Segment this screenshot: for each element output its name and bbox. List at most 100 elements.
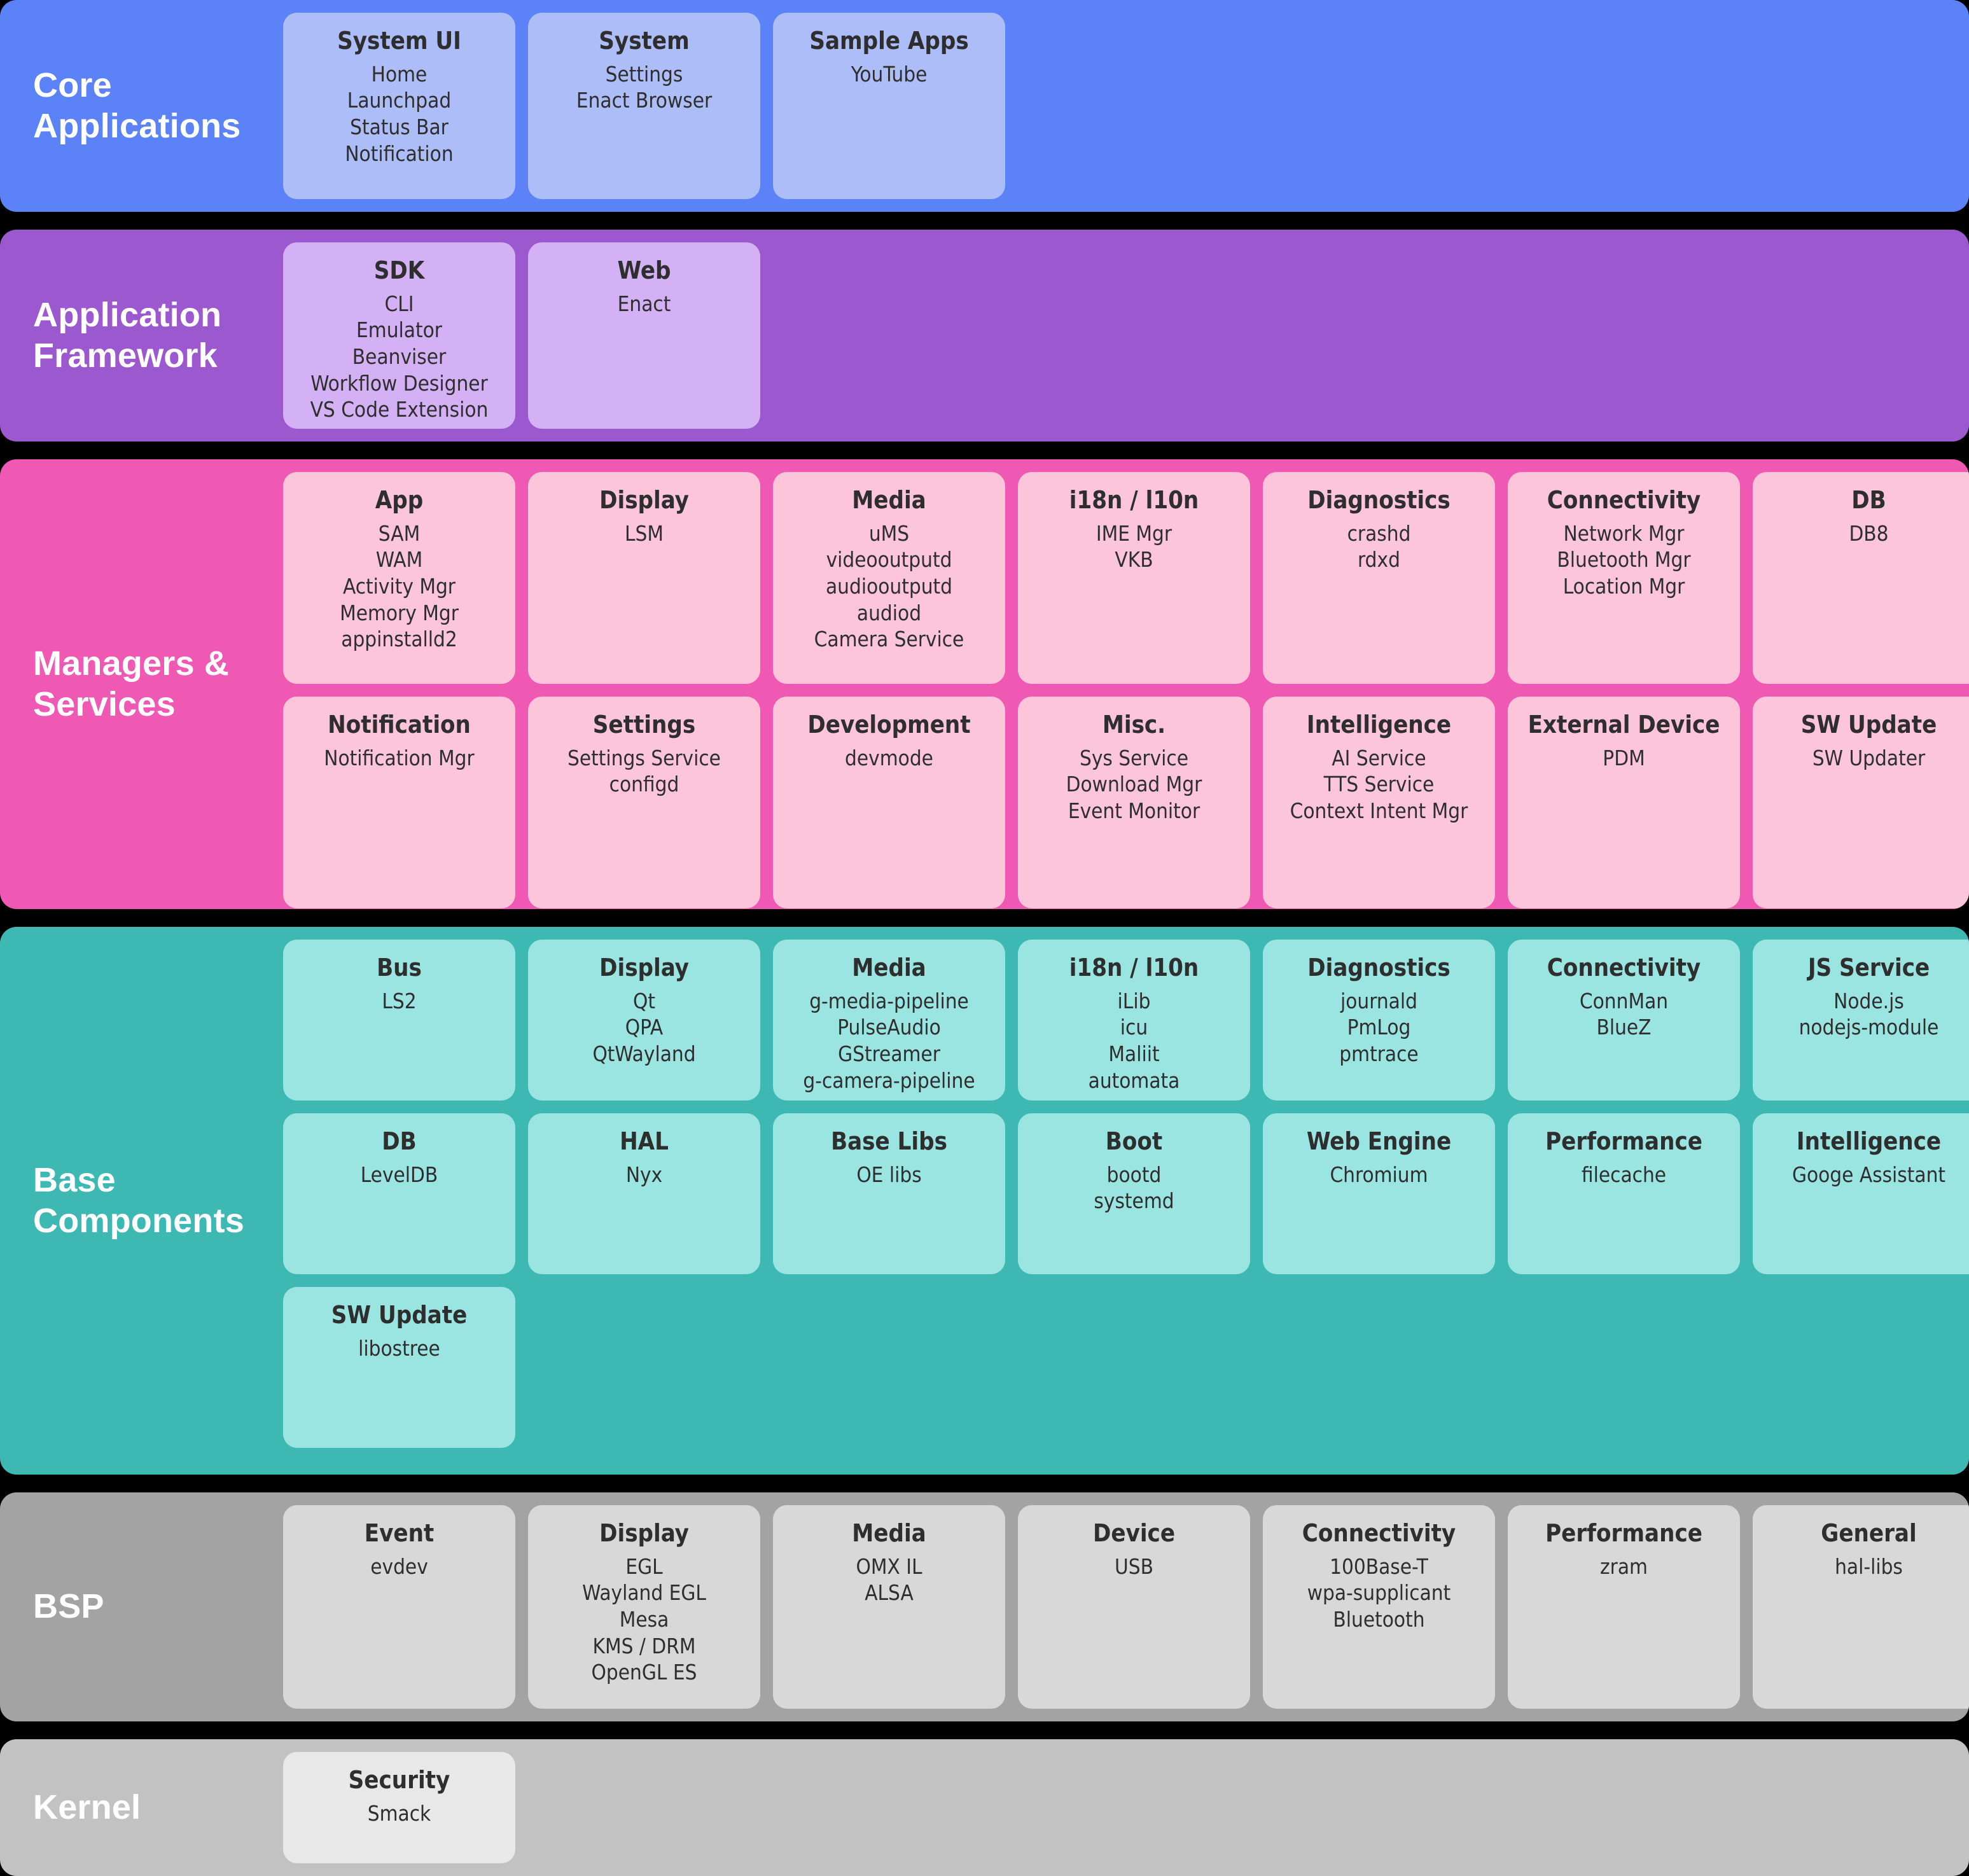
card-title: System UI bbox=[337, 27, 461, 55]
component-card[interactable]: Media g-media-pipeline PulseAudio GStreamer… bbox=[773, 940, 1005, 1101]
card-item-list: bootd systemd bbox=[1094, 1162, 1174, 1214]
component-card[interactable]: Connectivity 100Base-T wpa-supplicant Bluet… bbox=[1263, 1505, 1495, 1709]
layer-body-managers-and-services: App SAM WAM Activity Mgr Memory Mgr appinstal… bbox=[283, 459, 1969, 909]
card-item: Chromium bbox=[1330, 1162, 1428, 1187]
component-card[interactable]: HAL Nyx bbox=[528, 1113, 760, 1274]
component-card[interactable]: Media OMX IL ALSA bbox=[773, 1505, 1005, 1709]
card-item: ConnMan bbox=[1579, 988, 1669, 1013]
component-card[interactable]: Performance zram bbox=[1508, 1505, 1740, 1709]
card-title: Notification bbox=[328, 711, 471, 739]
component-card[interactable]: Diagnostics journald PmLog pmtrace bbox=[1263, 940, 1495, 1101]
card-title: Connectivity bbox=[1302, 1519, 1456, 1547]
card-title: Diagnostics bbox=[1307, 486, 1451, 514]
card-item-list: EGL Wayland EGL Mesa KMS / DRM OpenGL ES bbox=[582, 1553, 706, 1686]
card-item: appinstalld2 bbox=[341, 627, 457, 652]
card-item-list: SAM WAM Activity Mgr Memory Mgr appinstalld2 bbox=[340, 520, 459, 653]
component-card[interactable]: Connectivity Network Mgr Bluetooth Mgr Loca… bbox=[1508, 472, 1740, 684]
card-item: Node.js bbox=[1833, 988, 1904, 1013]
card-item-list: IME Mgr VKB bbox=[1096, 520, 1172, 573]
card-item: Status Bar bbox=[350, 114, 449, 139]
card-item: Home bbox=[371, 61, 428, 87]
card-item: icu bbox=[1120, 1015, 1148, 1040]
component-card[interactable]: Display EGL Wayland EGL Mesa KMS / DRM OpenGL… bbox=[528, 1505, 760, 1709]
component-card[interactable]: Web Enact bbox=[528, 242, 760, 429]
card-item: USB bbox=[1115, 1553, 1153, 1579]
component-card[interactable]: Settings Settings Service configd bbox=[528, 697, 760, 908]
card-row: App SAM WAM Activity Mgr Memory Mgr appinstal… bbox=[283, 472, 1969, 684]
component-card[interactable]: Intelligence Googe Assistant bbox=[1753, 1113, 1969, 1274]
component-card[interactable]: Base Libs OE libs bbox=[773, 1113, 1005, 1274]
component-card[interactable]: Notification Notification Mgr bbox=[283, 697, 515, 908]
component-card[interactable]: JS Service Node.js nodejs-module bbox=[1753, 940, 1969, 1101]
architecture-stack-diagram: Core Applications System UI Home Launchpad S… bbox=[0, 0, 1969, 1876]
component-card[interactable]: General hal-libs bbox=[1753, 1505, 1969, 1709]
card-title: Performance bbox=[1545, 1519, 1702, 1547]
card-row: Bus LS2 Display Qt QPA QtWayland Media g-media-… bbox=[283, 940, 1969, 1101]
layer-body-kernel: Security Smack bbox=[283, 1739, 1969, 1876]
card-item: LevelDB bbox=[360, 1162, 438, 1187]
component-card[interactable]: Device USB bbox=[1018, 1505, 1250, 1709]
card-title: Diagnostics bbox=[1307, 954, 1451, 982]
card-title: SW Update bbox=[331, 1301, 468, 1329]
card-item: ALSA bbox=[865, 1580, 914, 1606]
layer-label-text: Kernel bbox=[33, 1788, 141, 1826]
component-card[interactable]: i18n / l10n IME Mgr VKB bbox=[1018, 472, 1250, 684]
component-card[interactable]: DB DB8 bbox=[1753, 472, 1969, 684]
component-card[interactable]: SW Update libostree bbox=[283, 1287, 515, 1448]
card-title: Connectivity bbox=[1547, 486, 1701, 514]
component-card[interactable]: Display LSM bbox=[528, 472, 760, 684]
component-card[interactable]: Diagnostics crashd rdxd bbox=[1263, 472, 1495, 684]
component-card[interactable]: System Settings Enact Browser bbox=[528, 13, 760, 199]
card-item-list: OMX IL ALSA bbox=[856, 1553, 922, 1606]
card-item: WAM bbox=[375, 547, 423, 573]
card-row: Notification Notification Mgr Settings Sett… bbox=[283, 697, 1969, 908]
component-card[interactable]: System UI Home Launchpad Status Bar Notifica… bbox=[283, 13, 515, 199]
card-title: SDK bbox=[373, 256, 425, 284]
component-card[interactable]: Misc. Sys Service Download Mgr Event Monito… bbox=[1018, 697, 1250, 908]
layer-label-text: Base Components bbox=[33, 1160, 244, 1240]
component-card[interactable]: Bus LS2 bbox=[283, 940, 515, 1101]
component-card[interactable]: Development devmode bbox=[773, 697, 1005, 908]
card-item: 100Base-T bbox=[1330, 1553, 1428, 1579]
card-item: g-media-pipeline bbox=[809, 988, 969, 1013]
component-card[interactable]: DB LevelDB bbox=[283, 1113, 515, 1274]
card-item: crashd bbox=[1347, 520, 1411, 546]
card-title: Media bbox=[852, 1519, 926, 1547]
component-card[interactable]: Media uMS videooutputd audiooutputd audiod Ca… bbox=[773, 472, 1005, 684]
card-title: Display bbox=[599, 954, 689, 982]
card-item-list: Home Launchpad Status Bar Notification bbox=[345, 61, 453, 167]
card-item: DB8 bbox=[1849, 520, 1889, 546]
card-item-list: YouTube bbox=[851, 61, 928, 88]
card-item: Workflow Designer bbox=[310, 370, 488, 396]
layer-band-core-applications: Core Applications System UI Home Launchpad S… bbox=[0, 0, 1969, 212]
component-card[interactable]: Web Engine Chromium bbox=[1263, 1113, 1495, 1274]
card-item-list: Qt QPA QtWayland bbox=[592, 988, 695, 1067]
card-item: BlueZ bbox=[1596, 1015, 1652, 1040]
component-card[interactable]: SW Update SW Updater bbox=[1753, 697, 1969, 908]
component-card[interactable]: Boot bootd systemd bbox=[1018, 1113, 1250, 1274]
component-card[interactable]: Display Qt QPA QtWayland bbox=[528, 940, 760, 1101]
component-card[interactable]: Event evdev bbox=[283, 1505, 515, 1709]
component-card[interactable]: Security Smack bbox=[283, 1752, 515, 1863]
card-title: System bbox=[599, 27, 690, 55]
card-title: Media bbox=[852, 954, 926, 982]
card-item: OMX IL bbox=[856, 1553, 922, 1579]
card-title: Security bbox=[348, 1766, 450, 1794]
card-title: Web Engine bbox=[1306, 1127, 1452, 1155]
card-item: rdxd bbox=[1358, 547, 1400, 573]
component-card[interactable]: i18n / l10n iLib icu Maliit automata bbox=[1018, 940, 1250, 1101]
card-item: configd bbox=[609, 772, 679, 797]
component-card[interactable]: App SAM WAM Activity Mgr Memory Mgr appinstal… bbox=[283, 472, 515, 684]
card-title: i18n / l10n bbox=[1069, 954, 1199, 982]
card-item: Activity Mgr bbox=[342, 573, 456, 599]
component-card[interactable]: Sample Apps YouTube bbox=[773, 13, 1005, 199]
card-title: JS Service bbox=[1807, 954, 1930, 982]
component-card[interactable]: SDK CLI Emulator Beanviser Workflow Designer… bbox=[283, 242, 515, 429]
card-item-list: Sys Service Download Mgr Event Monitor bbox=[1066, 745, 1202, 824]
card-item-list: Network Mgr Bluetooth Mgr Location Mgr bbox=[1557, 520, 1690, 600]
component-card[interactable]: Connectivity ConnMan BlueZ bbox=[1508, 940, 1740, 1101]
component-card[interactable]: Performance filecache bbox=[1508, 1113, 1740, 1274]
component-card[interactable]: Intelligence AI Service TTS Service Context… bbox=[1263, 697, 1495, 908]
component-card[interactable]: External Device PDM bbox=[1508, 697, 1740, 908]
card-item: QtWayland bbox=[592, 1041, 696, 1066]
